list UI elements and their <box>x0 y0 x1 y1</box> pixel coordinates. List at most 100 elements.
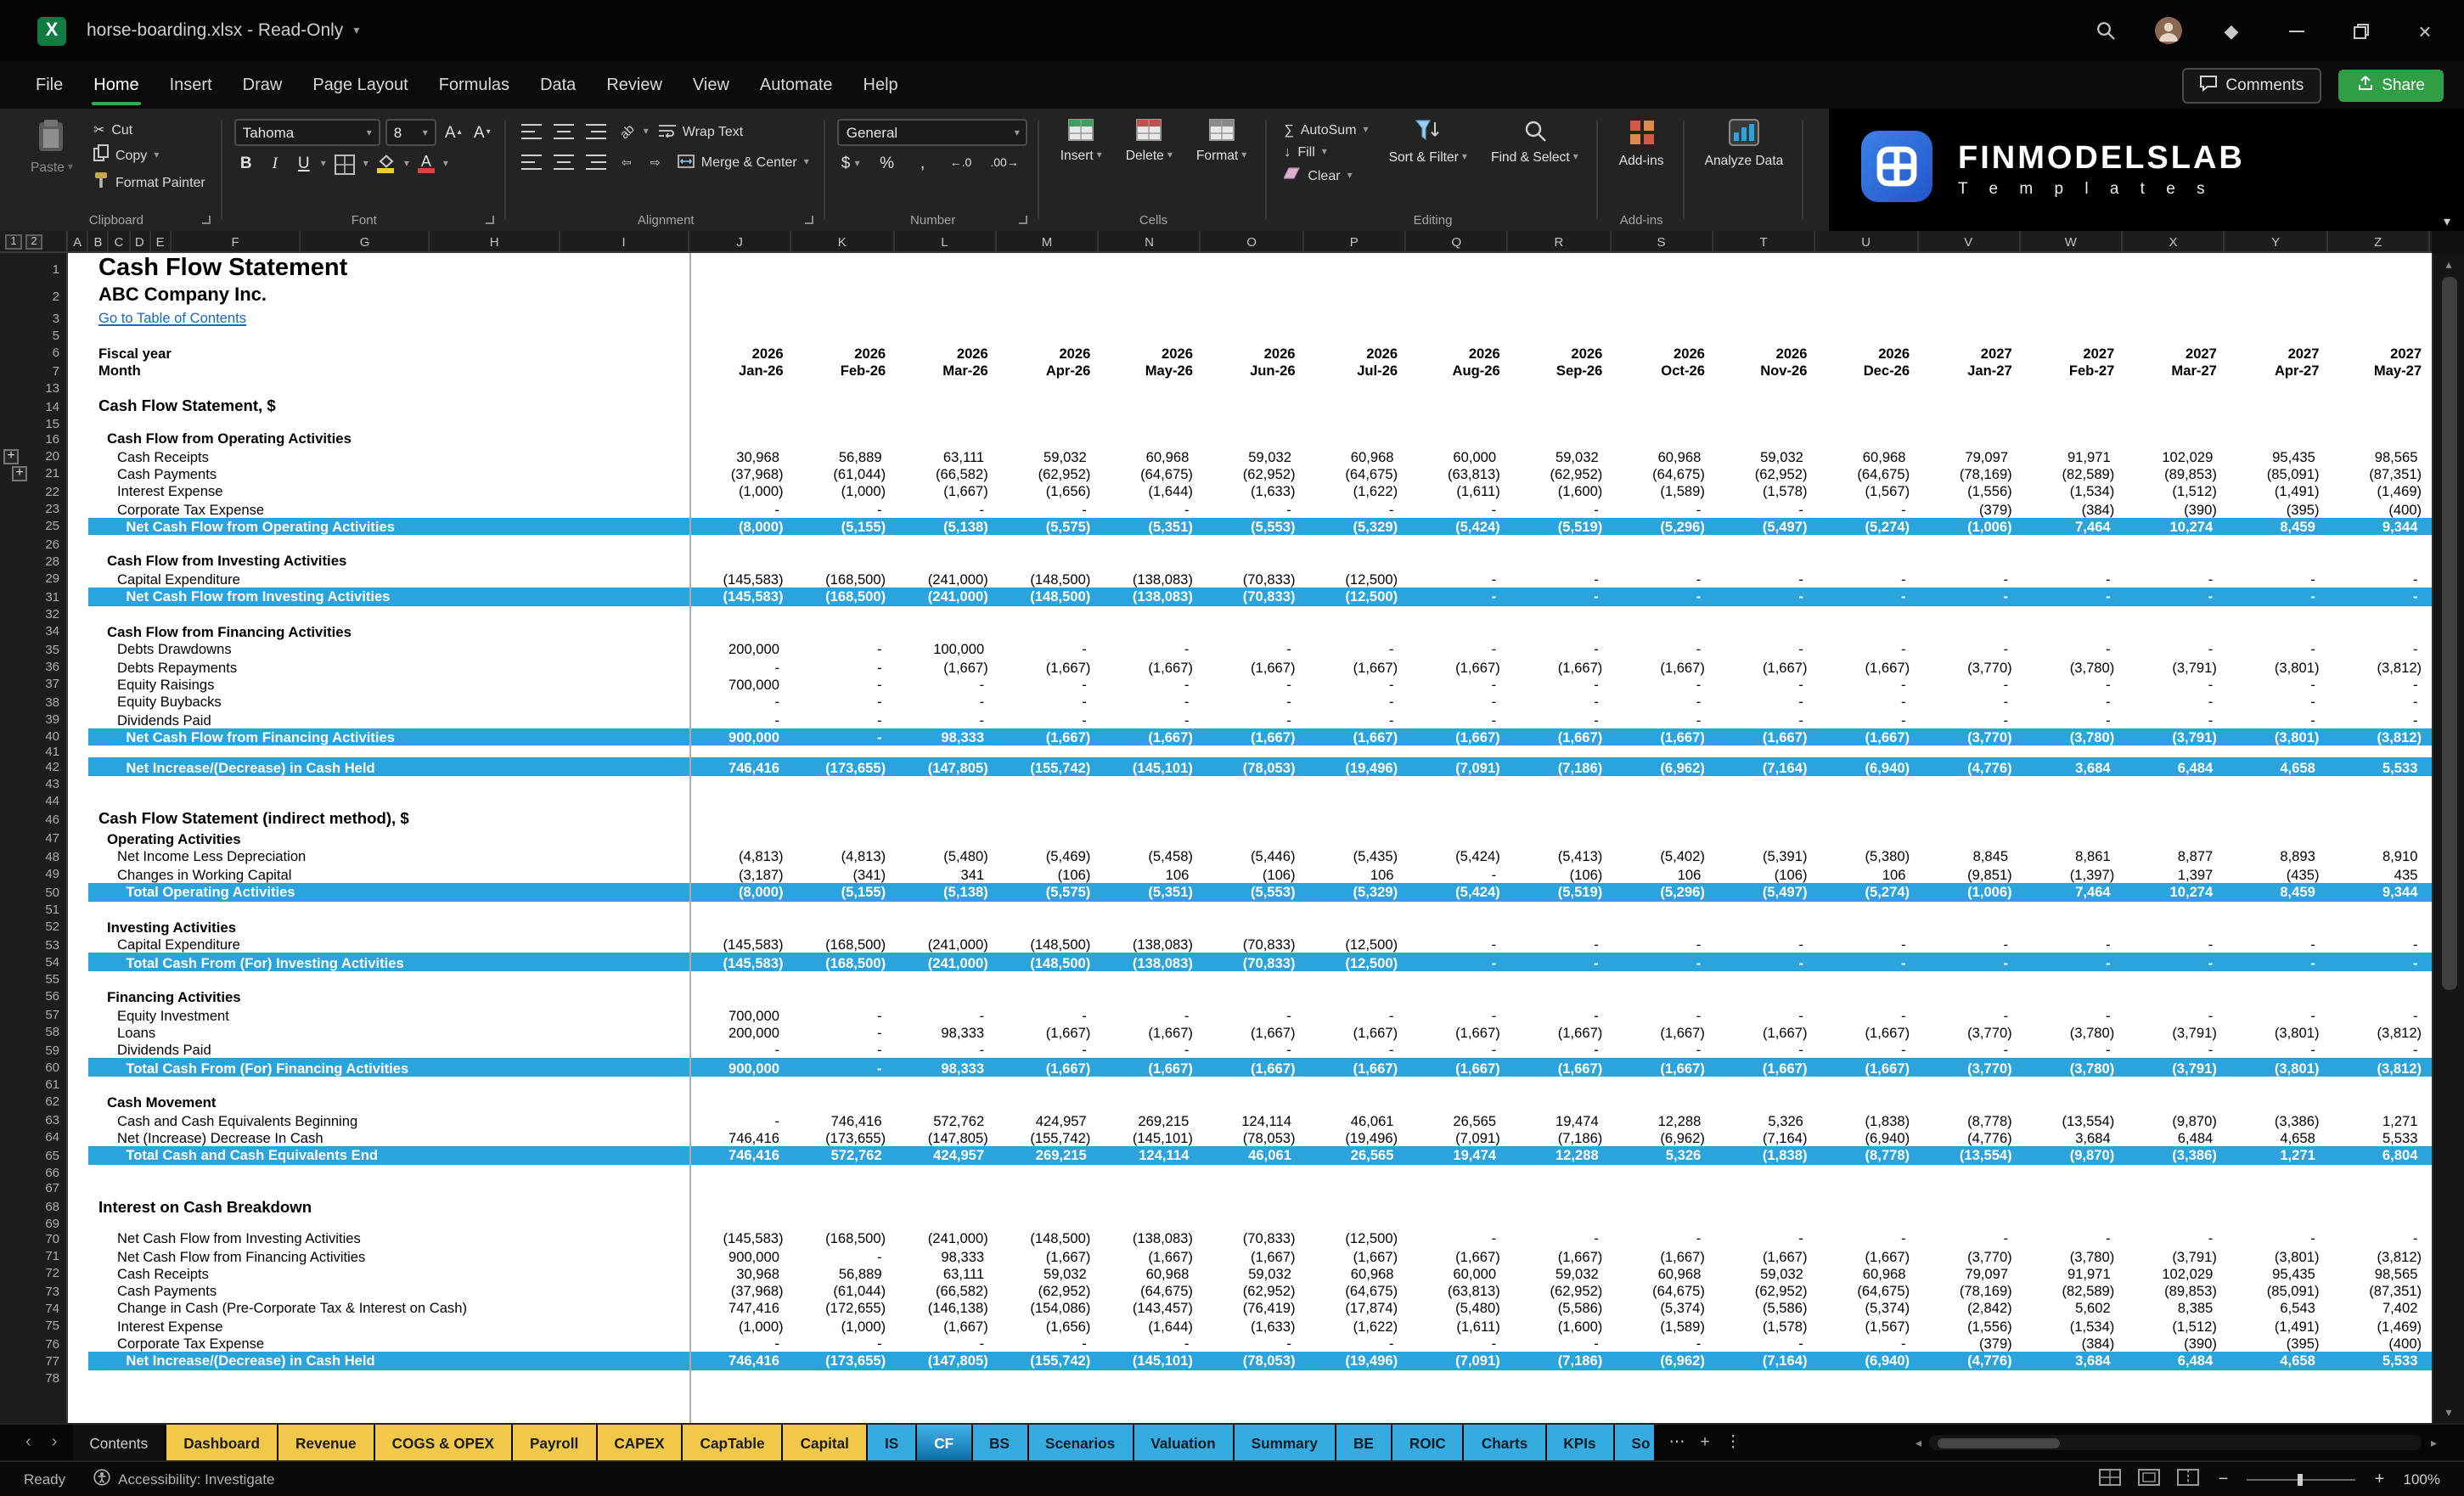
cell[interactable]: 2027 <box>2225 344 2328 362</box>
scroll-up-arrow-icon[interactable]: ▴ <box>2445 255 2451 273</box>
cell[interactable]: - <box>1304 693 1407 711</box>
borders-button[interactable] <box>331 151 358 177</box>
decrease-font-size-button[interactable]: A▾ <box>470 120 494 145</box>
column-header-W[interactable]: W <box>2021 231 2124 251</box>
cell[interactable]: (3,791) <box>2123 1247 2225 1265</box>
cell[interactable]: - <box>1918 953 2021 971</box>
row-number[interactable]: 15 <box>0 417 68 429</box>
cell[interactable]: Mar-27 <box>2123 362 2225 380</box>
cell[interactable]: (7,164) <box>1713 1352 1816 1369</box>
row-number[interactable]: 36 <box>0 658 68 676</box>
cell[interactable]: 3,684 <box>2021 1352 2124 1369</box>
column-header-J[interactable]: J <box>689 231 792 251</box>
cell[interactable]: (1,491) <box>2225 1317 2328 1335</box>
cell[interactable]: 2026 <box>792 344 895 362</box>
row-number[interactable]: 61 <box>0 1077 68 1093</box>
cell[interactable]: (106) <box>1201 865 1304 883</box>
cell[interactable]: 5,602 <box>2021 1300 2124 1318</box>
row-number[interactable]: 35 <box>0 640 68 658</box>
cell[interactable]: (8,778) <box>1816 1146 1919 1164</box>
cell[interactable]: (5,575) <box>997 883 1100 901</box>
cell[interactable]: - <box>2021 588 2124 605</box>
cell[interactable]: - <box>2328 1229 2431 1247</box>
cell[interactable]: 3,684 <box>2021 1128 2124 1146</box>
cell[interactable]: (4,776) <box>1918 1128 2021 1146</box>
excel-app-icon[interactable]: X <box>37 16 66 45</box>
cell[interactable]: (1,667) <box>1816 658 1919 676</box>
cell[interactable]: 8,877 <box>2123 848 2225 866</box>
cell[interactable]: (3,801) <box>2225 1059 2328 1077</box>
maximize-button[interactable] <box>2345 15 2376 46</box>
cell[interactable]: - <box>2225 676 2328 694</box>
cell[interactable]: (78,169) <box>1918 1282 2021 1300</box>
cell[interactable]: (1,667) <box>1099 1059 1201 1077</box>
cell[interactable]: - <box>1304 711 1407 728</box>
cell[interactable]: 106 <box>1816 865 1919 883</box>
cell[interactable]: 747,416 <box>689 1300 792 1318</box>
cell[interactable]: (62,952) <box>1201 1282 1304 1300</box>
cell[interactable]: 9,344 <box>2327 517 2430 535</box>
row-number[interactable]: 58 <box>0 1023 68 1041</box>
cell[interactable]: 3,684 <box>2021 758 2124 776</box>
cell[interactable]: (147,805) <box>894 758 997 776</box>
cell[interactable]: (1,644) <box>1099 1317 1201 1335</box>
cell[interactable]: (1,667) <box>1816 1059 1919 1077</box>
cell[interactable]: 2026 <box>1509 344 1612 362</box>
cell[interactable]: (5,424) <box>1406 848 1509 866</box>
cell[interactable]: May-27 <box>2328 362 2431 380</box>
cell[interactable]: - <box>1509 1006 1612 1024</box>
menu-tab-formulas[interactable]: Formulas <box>424 64 525 106</box>
cell[interactable]: - <box>1406 1229 1509 1247</box>
cell[interactable]: (1,667) <box>1509 658 1612 676</box>
cell[interactable]: - <box>792 693 895 711</box>
cell[interactable]: - <box>1304 500 1407 518</box>
cell[interactable]: (17,874) <box>1304 1300 1407 1318</box>
cell[interactable]: - <box>1406 640 1509 658</box>
cell[interactable]: (3,812) <box>2328 1023 2431 1041</box>
cell[interactable]: - <box>1099 711 1201 728</box>
font-dialog-launcher-icon[interactable] <box>486 216 494 224</box>
cell[interactable]: 572,762 <box>894 1111 997 1129</box>
cell[interactable]: - <box>2328 640 2431 658</box>
cell[interactable]: (3,801) <box>2225 1247 2328 1265</box>
cell[interactable]: (145,101) <box>1099 758 1201 776</box>
cell[interactable]: - <box>792 1335 895 1353</box>
cell[interactable]: (168,500) <box>792 571 895 588</box>
row-number[interactable]: 74 <box>0 1300 68 1318</box>
cell[interactable]: (3,780) <box>2021 658 2124 676</box>
cell[interactable]: - <box>1918 1041 2021 1059</box>
cell[interactable]: - <box>2328 693 2431 711</box>
cell[interactable]: 60,000 <box>1406 447 1509 465</box>
cell[interactable]: (3,780) <box>2021 728 2124 745</box>
cell[interactable]: (1,667) <box>1406 728 1509 745</box>
cut-button[interactable]: ✂Cut <box>88 121 211 139</box>
number-dialog-launcher-icon[interactable] <box>1020 216 1028 224</box>
clear-button[interactable]: Clear▾ <box>1279 165 1373 185</box>
row-number[interactable]: 60 <box>0 1059 68 1077</box>
sheet-tab-capital[interactable]: Capital <box>784 1425 866 1460</box>
menu-tab-data[interactable]: Data <box>525 64 591 106</box>
cell[interactable]: - <box>997 1041 1100 1059</box>
cell[interactable]: - <box>2225 640 2328 658</box>
cell[interactable]: (1,622) <box>1304 1317 1407 1335</box>
cell[interactable]: - <box>792 1247 895 1265</box>
sheet-tab-charts[interactable]: Charts <box>1465 1425 1544 1460</box>
clipboard-dialog-launcher-icon[interactable] <box>202 216 211 224</box>
row-number[interactable]: 28 <box>0 552 68 571</box>
cell[interactable]: - <box>792 658 895 676</box>
row-number[interactable]: 34 <box>0 621 68 640</box>
cell[interactable]: (64,675) <box>1099 465 1201 483</box>
cell[interactable]: (1,556) <box>1918 482 2021 500</box>
row-number[interactable]: 42 <box>0 758 68 776</box>
cell[interactable]: - <box>1918 676 2021 694</box>
share-button[interactable]: Share <box>2337 69 2444 101</box>
cell[interactable]: (435) <box>2225 865 2328 883</box>
cell[interactable]: - <box>1099 1041 1201 1059</box>
cell[interactable]: (384) <box>2021 500 2124 518</box>
cell[interactable]: - <box>1713 1335 1816 1353</box>
cell[interactable]: - <box>1713 676 1816 694</box>
cell[interactable]: 124,114 <box>1099 1146 1201 1164</box>
cell[interactable]: (146,138) <box>894 1300 997 1318</box>
cell[interactable]: Apr-26 <box>997 362 1100 380</box>
cell[interactable]: (1,567) <box>1816 482 1919 500</box>
